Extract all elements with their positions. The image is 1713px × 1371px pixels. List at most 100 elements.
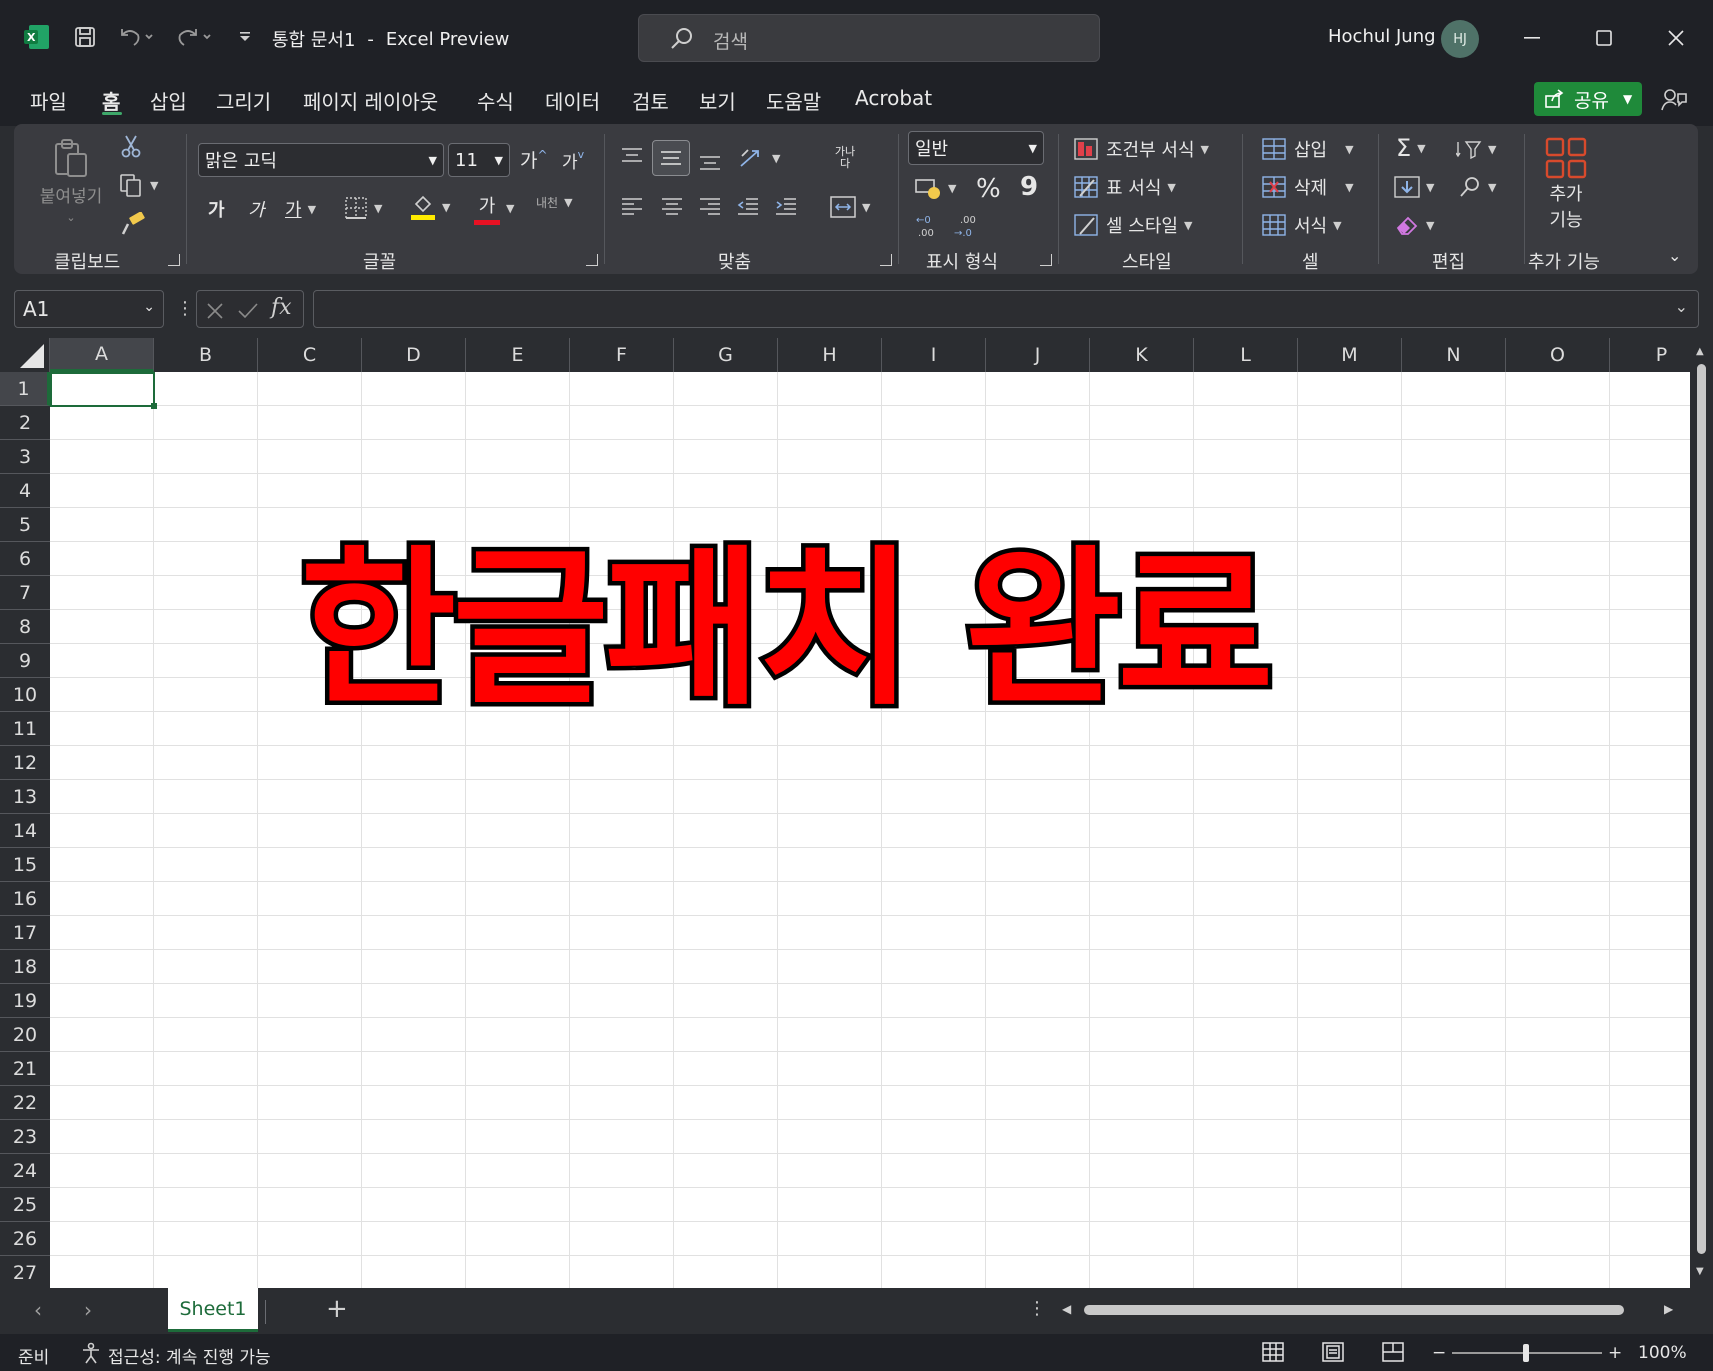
user-name[interactable]: Hochul Jung — [1328, 26, 1436, 47]
select-all-button[interactable] — [0, 338, 50, 372]
decrease-indent-button[interactable] — [736, 196, 760, 216]
clear-button[interactable]: ▼ — [1394, 214, 1434, 236]
column-header[interactable]: H — [778, 338, 882, 372]
wrap-text-button[interactable]: 가나다 — [832, 145, 858, 170]
decrease-decimal-button[interactable]: .00 →.0 — [954, 212, 982, 238]
row-header[interactable]: 21 — [0, 1052, 50, 1086]
maximize-button[interactable] — [1584, 20, 1624, 56]
tab-data[interactable]: 데이터 — [545, 86, 600, 115]
format-cells-button[interactable]: 서식 ▼ — [1262, 212, 1342, 238]
row-header[interactable]: 15 — [0, 848, 50, 882]
find-select-button[interactable]: ▼ — [1458, 176, 1496, 198]
column-header[interactable]: J — [986, 338, 1090, 372]
prev-sheet-icon[interactable]: ‹ — [34, 1298, 42, 1322]
italic-button[interactable]: 가 — [248, 196, 265, 222]
vertical-scroll-thumb[interactable] — [1697, 364, 1706, 1254]
expand-formula-icon[interactable]: ⌄ — [1675, 297, 1688, 316]
number-launcher-icon[interactable] — [1040, 254, 1052, 266]
column-header[interactable]: O — [1506, 338, 1610, 372]
comma-style-button[interactable]: 9 — [1020, 172, 1038, 202]
close-button[interactable] — [1656, 20, 1696, 56]
row-header[interactable]: 23 — [0, 1120, 50, 1154]
row-header[interactable]: 12 — [0, 746, 50, 780]
formula-input[interactable]: ⌄ — [313, 290, 1699, 328]
row-header[interactable]: 1 — [0, 372, 50, 406]
zoom-slider[interactable] — [1452, 1344, 1602, 1362]
clipboard-launcher-icon[interactable] — [168, 254, 180, 266]
align-center-button[interactable] — [660, 196, 684, 216]
accessibility-icon[interactable] — [80, 1342, 102, 1364]
paste-dropdown-icon[interactable]: ⌄ — [66, 211, 75, 224]
column-header[interactable]: D — [362, 338, 466, 372]
font-size-select[interactable]: 11 ▼ — [448, 143, 510, 177]
row-header[interactable]: 14 — [0, 814, 50, 848]
align-left-button[interactable] — [620, 196, 644, 216]
underline-button[interactable]: 가 ▼ — [285, 196, 316, 222]
redo-icon[interactable] — [172, 22, 216, 52]
new-sheet-button[interactable]: + — [326, 1294, 348, 1324]
sort-filter-button[interactable]: ▼ — [1456, 138, 1496, 160]
page-layout-view-icon[interactable] — [1322, 1342, 1344, 1362]
cell-styles-button[interactable]: 셀 스타일 ▼ — [1074, 212, 1192, 238]
format-as-table-button[interactable]: 표 서식 ▼ — [1074, 174, 1176, 200]
row-header[interactable]: 19 — [0, 984, 50, 1018]
tab-page-layout[interactable]: 페이지 레이아웃 — [303, 86, 438, 115]
row-header[interactable]: 13 — [0, 780, 50, 814]
number-format-select[interactable]: 일반 ▼ — [908, 131, 1044, 165]
tab-help[interactable]: 도움말 — [766, 86, 821, 115]
formula-bar-handle-icon[interactable]: ⋮ — [176, 298, 194, 319]
column-header[interactable]: K — [1090, 338, 1194, 372]
column-header[interactable]: I — [882, 338, 986, 372]
scroll-left-icon[interactable]: ◀ — [1062, 1302, 1071, 1316]
font-launcher-icon[interactable] — [586, 254, 598, 266]
horizontal-scrollbar[interactable]: ◀ ▶ — [1060, 1297, 1688, 1323]
row-header[interactable]: 6 — [0, 542, 50, 576]
alignment-launcher-icon[interactable] — [880, 254, 892, 266]
row-header[interactable]: 4 — [0, 474, 50, 508]
row-header[interactable]: 8 — [0, 610, 50, 644]
percent-style-button[interactable]: % — [976, 174, 1001, 204]
copy-button[interactable]: ▼ — [118, 172, 158, 198]
fill-color-button[interactable]: ▼ — [410, 192, 450, 222]
delete-cells-button[interactable]: 삭제 ▼ — [1262, 174, 1354, 200]
comments-icon[interactable] — [1660, 86, 1688, 118]
next-sheet-icon[interactable]: › — [84, 1298, 92, 1322]
row-header[interactable]: 25 — [0, 1188, 50, 1222]
zoom-slider-thumb[interactable] — [1523, 1344, 1529, 1362]
cancel-entry-icon[interactable] — [205, 301, 225, 321]
tab-insert[interactable]: 삽입 — [150, 86, 187, 115]
column-header[interactable]: M — [1298, 338, 1402, 372]
search-box[interactable]: 검색 — [638, 14, 1100, 62]
scroll-down-icon[interactable]: ▼ — [1696, 1266, 1704, 1277]
column-header[interactable]: N — [1402, 338, 1506, 372]
worksheet-grid[interactable]: ABCDEFGHIJKLMNOP 1 2 3 4 5 6 7 8 9 10 11 12 13 14 15 16… — [0, 338, 1690, 1288]
align-bottom-button[interactable] — [698, 152, 722, 172]
row-header[interactable]: 11 — [0, 712, 50, 746]
scroll-right-icon[interactable]: ▶ — [1664, 1302, 1673, 1316]
tab-acrobat[interactable]: Acrobat — [855, 86, 932, 110]
confirm-entry-icon[interactable] — [237, 301, 259, 321]
accounting-format-button[interactable]: ▼ — [914, 176, 956, 200]
column-header[interactable]: P — [1610, 338, 1690, 372]
column-header[interactable]: A — [50, 338, 154, 372]
page-break-view-icon[interactable] — [1382, 1342, 1404, 1362]
borders-button[interactable]: ▼ — [344, 196, 382, 220]
scroll-up-icon[interactable]: ▲ — [1696, 346, 1704, 357]
zoom-in-button[interactable]: + — [1608, 1343, 1622, 1363]
share-dropdown-icon[interactable]: ▼ — [1623, 92, 1632, 106]
row-header[interactable]: 27 — [0, 1256, 50, 1288]
align-middle-button[interactable] — [652, 140, 690, 176]
zoom-out-button[interactable]: − — [1432, 1343, 1446, 1363]
row-header[interactable]: 7 — [0, 576, 50, 610]
accessibility-status[interactable]: 접근성: 계속 진행 가능 — [108, 1343, 271, 1368]
collapse-ribbon-icon[interactable]: ⌄ — [1668, 246, 1681, 265]
column-header[interactable]: G — [674, 338, 778, 372]
column-header[interactable]: C — [258, 338, 362, 372]
align-right-button[interactable] — [698, 196, 722, 216]
tab-view[interactable]: 보기 — [699, 86, 736, 115]
selected-cell-a1[interactable] — [50, 372, 157, 409]
tab-review[interactable]: 검토 — [632, 86, 669, 115]
cut-button[interactable] — [120, 134, 142, 158]
row-header[interactable]: 17 — [0, 916, 50, 950]
tab-formulas[interactable]: 수식 — [477, 86, 514, 115]
